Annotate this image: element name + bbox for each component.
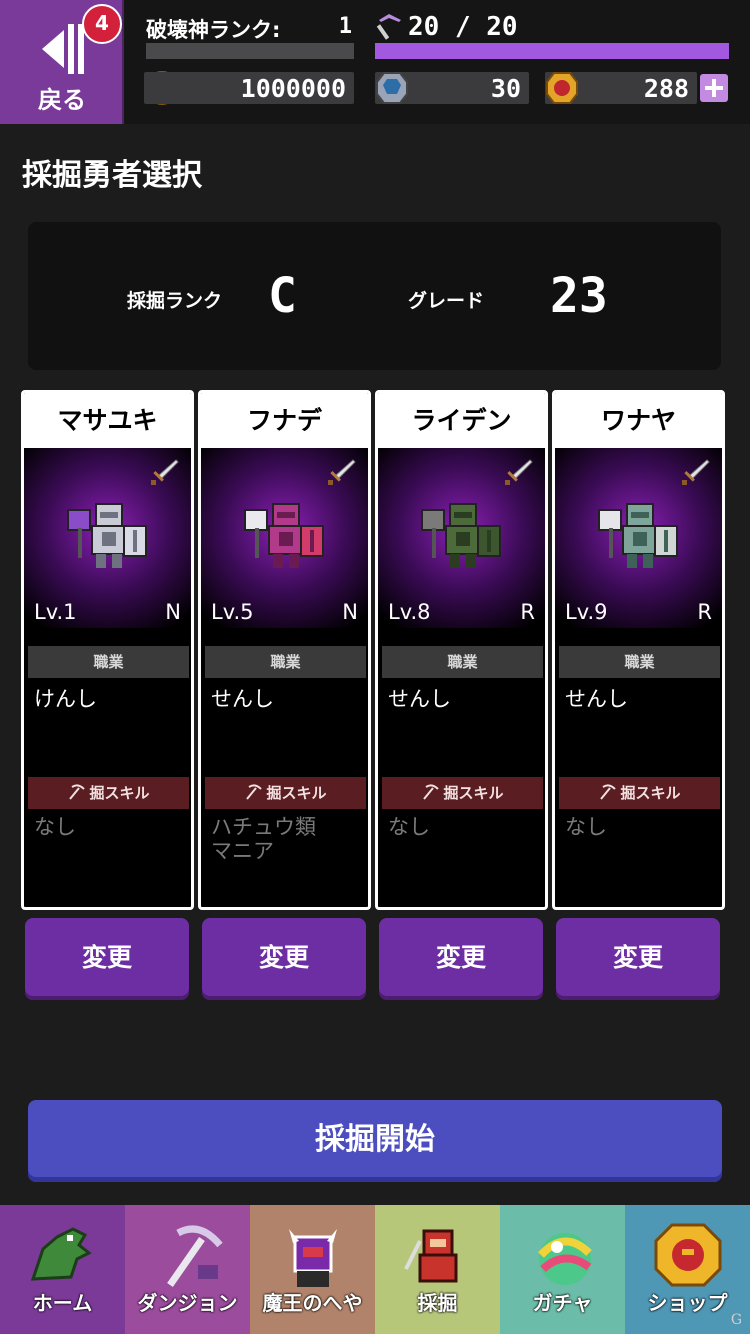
change-hero-button[interactable]: 変更	[379, 918, 543, 1000]
hero-rarity: N	[165, 600, 181, 624]
job-header: 職業	[559, 646, 720, 678]
pickaxe-icon	[69, 784, 86, 800]
sword-icon	[505, 459, 533, 485]
hero-name: マサユキ	[24, 393, 191, 448]
stamina-bar-fill	[375, 43, 729, 59]
nav-item-gacha-orb[interactable]: ガチャ	[500, 1205, 625, 1334]
points-box: 1000000	[144, 72, 354, 104]
dig-skill-value: ハチュウ類 マニア	[211, 815, 316, 863]
dig-skill-header: 掘スキル	[559, 777, 720, 809]
gacha-orb-icon	[537, 1233, 592, 1285]
hero-card[interactable]: ライデン Lv.8 R 職業せんし掘スキル なし	[375, 390, 548, 910]
dig-skill-value: なし	[388, 815, 430, 839]
dig-skill-value: なし	[565, 815, 607, 839]
hero-sprite-icon	[244, 503, 324, 568]
hero-level: Lv.9	[565, 600, 608, 624]
hero-name: フナデ	[201, 393, 368, 448]
destroyer-rank-label: 破壊神ランク:	[146, 18, 281, 42]
hero-rarity: R	[697, 600, 712, 624]
hero-level: Lv.1	[34, 600, 77, 624]
home-notification-badge: 4	[82, 4, 122, 44]
hero-card[interactable]: フナデ Lv.5 N 職業せんし掘スキルハチュウ類 マニア	[198, 390, 371, 910]
nav-item-dungeon-pickaxe[interactable]: ダンジョン	[125, 1205, 250, 1334]
hero-card[interactable]: ワナヤ Lv.9 R 職業せんし掘スキル なし	[552, 390, 725, 910]
start-digging-button[interactable]: 採掘開始	[28, 1100, 722, 1182]
pickaxe-icon	[423, 784, 440, 800]
dig-skill-label: 掘スキル	[89, 784, 150, 802]
nav-item-dragon[interactable]: ホーム	[0, 1205, 125, 1334]
pickaxe-icon	[376, 14, 401, 40]
nav-item-demon-lord[interactable]: 魔王のへや	[250, 1205, 375, 1334]
back-icon	[42, 24, 84, 74]
change-hero-button[interactable]: 変更	[25, 918, 189, 1000]
hero-level: Lv.8	[388, 600, 431, 624]
job-header: 職業	[28, 646, 189, 678]
nav-label: ダンジョン	[137, 1291, 238, 1315]
nav-label: ガチャ	[532, 1291, 593, 1315]
hero-rarity: R	[520, 600, 535, 624]
crystal-icon	[376, 72, 408, 104]
dig-skill-header: 掘スキル	[28, 777, 189, 809]
destroyer-rank-value: 1	[338, 14, 352, 39]
dig-rank-panel: 採掘ランク C グレード 23	[28, 222, 721, 370]
dig-skill-label: 掘スキル	[620, 784, 681, 802]
hero-card[interactable]: マサユキ Lv.1 N 職業けんし掘スキル なし	[21, 390, 194, 910]
grade-value: 23	[550, 268, 608, 324]
pickaxe-icon	[600, 784, 617, 800]
hero-rarity: N	[342, 600, 358, 624]
stamina-bar	[375, 43, 729, 59]
stamina-value: 20 / 20	[408, 12, 518, 42]
job-header: 職業	[205, 646, 366, 678]
nav-label: 採掘	[417, 1291, 458, 1315]
dragon-icon	[30, 1227, 92, 1281]
grade-label: グレード	[408, 290, 485, 312]
demon-lord-icon	[288, 1229, 337, 1287]
sword-icon	[151, 459, 179, 485]
hero-sprite-icon	[67, 503, 147, 568]
rank-progress-bar	[146, 43, 354, 59]
back-label: 戻る	[38, 86, 86, 114]
nav-item-dig-hero[interactable]: 採掘	[375, 1205, 500, 1334]
dig-skill-header: 掘スキル	[382, 777, 543, 809]
change-hero-button[interactable]: 変更	[202, 918, 366, 1000]
nav-label: ホーム	[32, 1291, 93, 1315]
job-header: 職業	[382, 646, 543, 678]
dungeon-pickaxe-icon	[166, 1225, 223, 1287]
hero-name: ワナヤ	[555, 393, 722, 448]
bottom-nav: ホーム ダンジョン 魔王のへや 採掘 ガチャ ショップ	[0, 1205, 750, 1334]
change-hero-button[interactable]: 変更	[556, 918, 720, 1000]
points-value: 1000000	[240, 74, 346, 103]
gem-icon	[546, 72, 578, 104]
nav-label: 魔王のへや	[262, 1291, 363, 1315]
job-value: せんし	[565, 687, 628, 711]
dig-rank-label: 採掘ランク	[127, 290, 223, 312]
sword-icon	[328, 459, 356, 485]
crystal-value: 30	[490, 74, 521, 103]
dig-skill-label: 掘スキル	[443, 784, 504, 802]
hero-sprite-icon	[421, 503, 501, 568]
job-value: せんし	[211, 687, 274, 711]
dig-skill-value: なし	[34, 815, 76, 839]
hero-level: Lv.5	[211, 600, 254, 624]
add-gems-button[interactable]	[700, 74, 728, 102]
hero-sprite-icon	[598, 503, 678, 568]
shop-gem-icon	[654, 1223, 721, 1287]
dig-skill-label: 掘スキル	[266, 784, 327, 802]
dig-rank-value: C	[268, 268, 297, 324]
pickaxe-icon	[246, 784, 263, 800]
page-title: 採掘勇者選択	[22, 158, 202, 193]
hero-name: ライデン	[378, 393, 545, 448]
dig-hero-icon	[403, 1229, 457, 1283]
watermark: G	[730, 1312, 742, 1328]
sword-icon	[682, 459, 710, 485]
job-value: せんし	[388, 687, 451, 711]
job-value: けんし	[34, 687, 97, 711]
gem-value: 288	[643, 74, 689, 103]
dig-skill-header: 掘スキル	[205, 777, 366, 809]
